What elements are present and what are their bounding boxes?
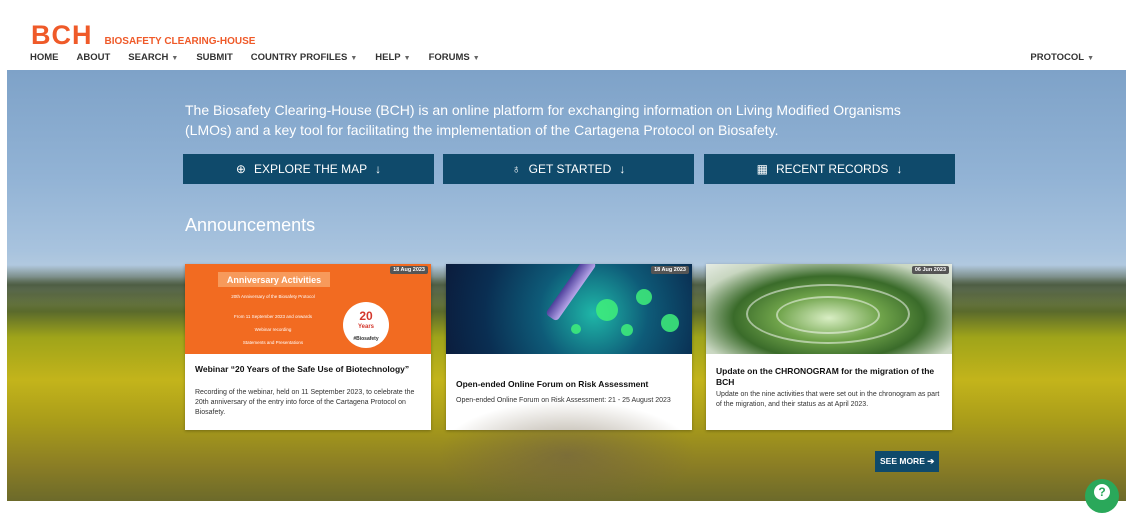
droplet-shape	[661, 314, 679, 332]
chevron-down-icon: ▼	[1087, 55, 1094, 62]
date-badge: 18 Aug 2023	[390, 266, 428, 274]
droplet-shape	[571, 324, 581, 334]
nav-submit[interactable]: SUBMIT	[196, 52, 232, 63]
help-chat-icon: ?	[1094, 484, 1110, 500]
announcement-card-risk-assessment[interactable]: 18 Aug 2023 Open-ended Online Forum on R…	[446, 264, 692, 430]
see-more-button[interactable]: SEE MORE ➔	[875, 451, 940, 472]
get-started-button[interactable]: ♁ GET STARTED ↓	[443, 154, 694, 184]
announcement-card-chronogram[interactable]: 06 Jun 2023 Update on the CHRONOGRAM for…	[706, 264, 952, 430]
announcements-heading: Announcements	[185, 215, 316, 235]
chevron-down-icon: ▼	[350, 55, 358, 62]
arrow-down-icon: ↓	[375, 162, 382, 176]
see-more-label: SEE MORE	[880, 456, 925, 466]
card-title[interactable]: Open-ended Online Forum on Risk Assessme…	[456, 379, 684, 390]
card-description: Update on the nine activities that were …	[716, 391, 940, 408]
ripple-shape	[776, 296, 880, 334]
arrow-right-icon: ➔	[927, 456, 935, 466]
image-line: From 11 September 2023 and onwards	[234, 314, 312, 319]
logo-main: BCH	[31, 20, 93, 50]
card-image: Anniversary Activities 20th Anniversary …	[185, 264, 431, 354]
hero-section: The Biosafety Clearing-House (BCH) is an…	[7, 70, 1126, 501]
nav-country-profiles-label: COUNTRY PROFILES	[250, 52, 348, 63]
main-nav: HOME ABOUT SEARCH ▼ SUBMIT COUNTRY PROFIL…	[30, 52, 498, 63]
image-line: Webinar recording	[254, 327, 292, 332]
lightbulb-icon: ♁	[511, 162, 521, 176]
nav-forums-label: FORUMS	[428, 52, 470, 63]
seal-hashtag: #Biosafety	[353, 336, 379, 342]
nav-protocol[interactable]: PROTOCOL ▼	[1030, 52, 1094, 63]
nav-home[interactable]: HOME	[30, 52, 59, 63]
pipette-shape	[545, 264, 597, 322]
nav-about-label: ABOUT	[76, 52, 111, 63]
site-header: BCH BIOSAFETY CLEARING-HOUSE HOME ABOUT …	[0, 0, 1126, 70]
card-title[interactable]: Update on the CHRONOGRAM for the migrati…	[716, 366, 944, 388]
nav-search[interactable]: SEARCH ▼	[128, 52, 178, 63]
logo-subtitle: BIOSAFETY CLEARING-HOUSE	[104, 36, 256, 47]
nav-home-label: HOME	[30, 52, 59, 63]
announcement-card-webinar[interactable]: Anniversary Activities 20th Anniversary …	[185, 264, 431, 430]
recent-records-label: RECENT RECORDS	[775, 162, 889, 176]
nav-search-label: SEARCH	[128, 52, 169, 63]
droplet-shape	[636, 289, 652, 305]
nav-submit-label: SUBMIT	[196, 52, 233, 63]
image-banner: Anniversary Activities	[218, 272, 330, 287]
explore-map-label: EXPLORE THE MAP	[253, 162, 368, 176]
arrow-down-icon: ↓	[619, 162, 626, 176]
chevron-down-icon: ▼	[472, 55, 480, 62]
card-description: Recording of the webinar, held on 11 Sep…	[195, 389, 415, 416]
intro-text: The Biosafety Clearing-House (BCH) is an…	[185, 102, 901, 138]
globe-icon: ⊕	[235, 162, 246, 176]
nav-about[interactable]: ABOUT	[77, 52, 111, 63]
nav-forums[interactable]: FORUMS ▼	[429, 52, 480, 63]
card-title[interactable]: Webinar “20 Years of the Safe Use of Bio…	[195, 364, 423, 375]
chevron-down-icon: ▼	[171, 55, 179, 62]
get-started-label: GET STARTED	[528, 162, 612, 176]
card-image: 06 Jun 2023	[706, 264, 952, 354]
seal-number: 20	[359, 309, 373, 323]
droplet-shape	[596, 299, 618, 321]
image-line: Statements and Presentations	[242, 340, 304, 345]
arrow-down-icon: ↓	[896, 162, 903, 176]
date-badge: 18 Aug 2023	[651, 266, 689, 274]
nav-help[interactable]: HELP ▼	[375, 52, 410, 63]
seal-years: Years	[357, 324, 375, 330]
recent-records-button[interactable]: ▦ RECENT RECORDS ↓	[704, 154, 955, 184]
explore-map-button[interactable]: ⊕ EXPLORE THE MAP ↓	[183, 154, 434, 184]
card-image: 18 Aug 2023	[446, 264, 692, 354]
nav-country-profiles[interactable]: COUNTRY PROFILES ▼	[251, 52, 358, 63]
image-line: 20th Anniversary of the Biosafety Protoc…	[231, 294, 315, 299]
nav-protocol-label: PROTOCOL	[1030, 52, 1085, 63]
chevron-down-icon: ▼	[403, 55, 411, 62]
card-description: Open-ended Online Forum on Risk Assessme…	[456, 397, 671, 404]
bch-logo[interactable]: BCH BIOSAFETY CLEARING-HOUSE	[31, 20, 255, 51]
table-icon: ▦	[756, 162, 768, 176]
nav-help-label: HELP	[375, 52, 401, 63]
date-badge: 06 Jun 2023	[911, 266, 949, 274]
help-chat-button[interactable]: ?	[1085, 479, 1119, 513]
droplet-shape	[621, 324, 633, 336]
